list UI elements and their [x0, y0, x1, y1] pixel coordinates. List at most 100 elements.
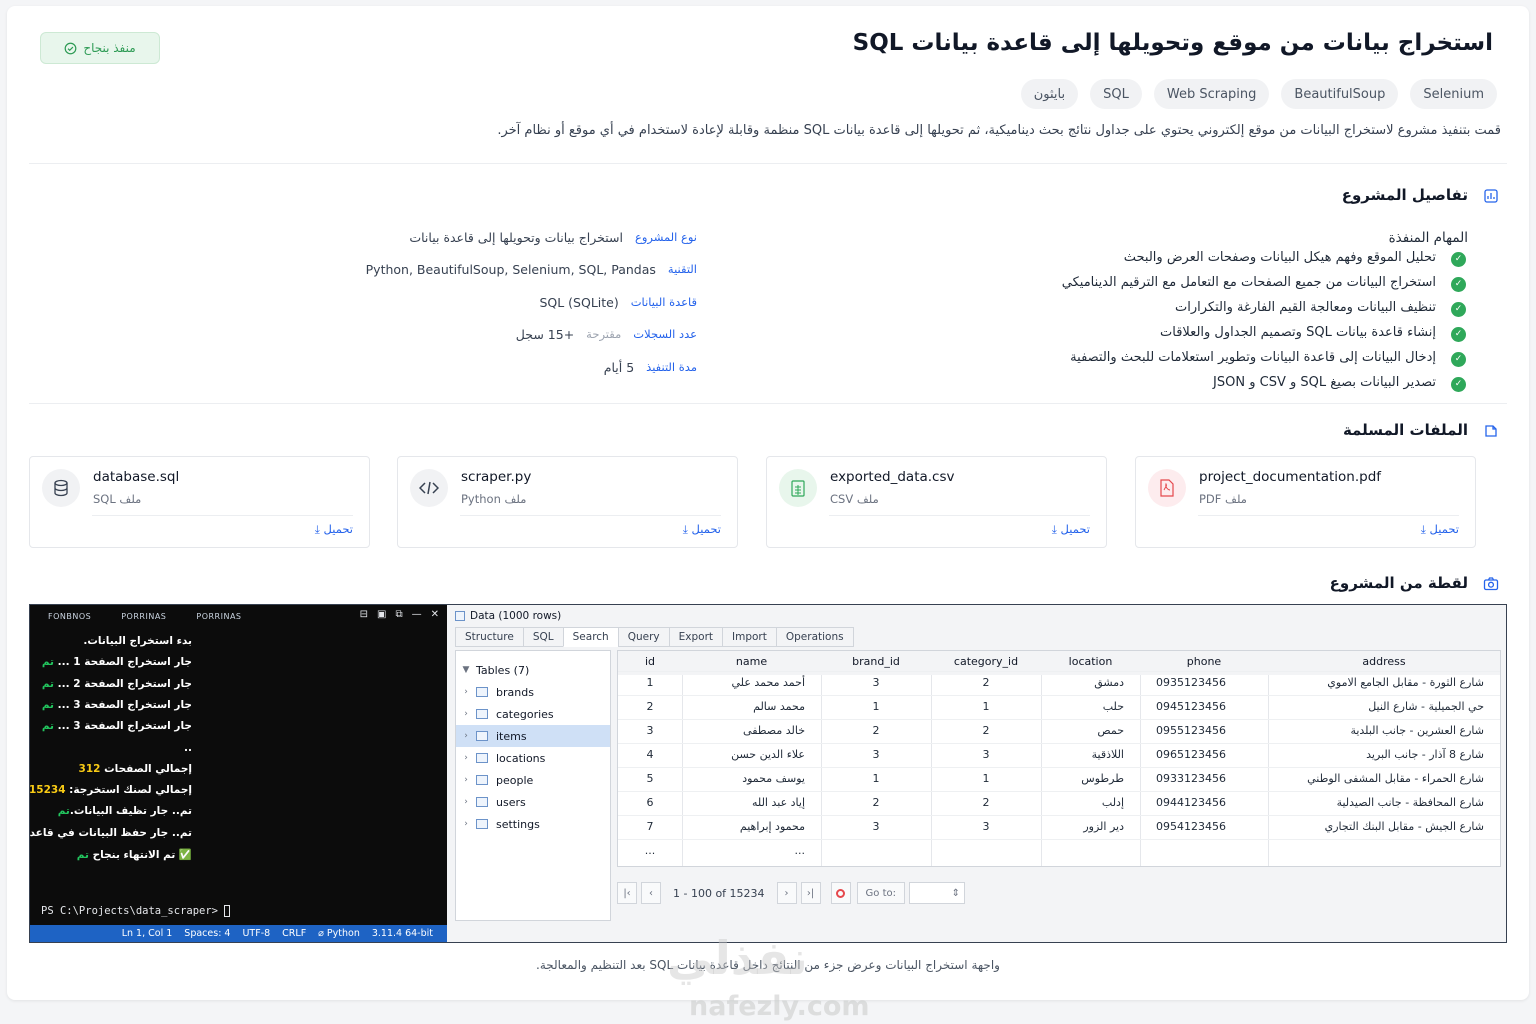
tag[interactable]: SQL — [1090, 79, 1142, 109]
table-row[interactable]: ...... — [618, 839, 1500, 863]
terminal-tab[interactable]: PORRINAS — [196, 612, 241, 621]
table-tree: ▼ Tables (7) › brands › categories › items › lo… — [455, 650, 611, 921]
last-page-icon[interactable]: ›| — [800, 882, 821, 904]
terminal-line-result: تم — [57, 805, 70, 818]
table-row[interactable]: 7 محمود إبراهيم 3 3 دير الزور 0954123456 شارع … — [618, 815, 1500, 839]
next-page-icon[interactable]: › — [776, 882, 797, 904]
detail-record-count: عدد السجلات مقترحة +15 سجل — [207, 324, 697, 344]
terminal-prompt[interactable]: PS C:\Projects\data_scraper> — [41, 905, 231, 917]
goto-input[interactable]: ⇕ — [909, 882, 966, 904]
db-tab[interactable]: Query — [617, 627, 670, 647]
tasks-heading: المهام المنفذة — [1388, 230, 1468, 246]
stop-icon[interactable] — [830, 882, 851, 904]
table-row[interactable]: 4 علاء الدين حسن 3 3 اللاذقية 0965123456 شارع … — [618, 743, 1500, 767]
terminal-line-text: تم.. جار حفظ البيانات في قاعدة البيانات.… — [29, 826, 192, 839]
minimize-icon[interactable]: — — [412, 609, 422, 620]
table-cell: طرطوس — [1081, 772, 1124, 785]
file-card-python[interactable]: scraper.py ملف Python تحميل ⤓ — [397, 456, 738, 548]
db-tab[interactable]: Structure — [455, 627, 524, 647]
tree-item-table[interactable]: › users — [456, 791, 610, 813]
tree-item-table[interactable]: › locations — [456, 747, 610, 769]
db-tab[interactable]: Operations — [775, 627, 854, 647]
terminal-line: ✅ تم الانتهاء بنجاح تم — [40, 848, 192, 861]
tag[interactable]: بايثون — [1020, 79, 1079, 109]
terminal-tab[interactable]: FONBNOS — [48, 612, 91, 621]
download-link[interactable]: تحميل ⤓ — [1421, 522, 1459, 537]
split-icon[interactable]: ⊟ — [360, 609, 368, 620]
table-row[interactable]: 2 محمد سالم 1 1 حلب 0945123456 حي الجميلية - ش… — [618, 695, 1500, 719]
file-name: database.sql — [93, 469, 180, 485]
table-cell: 2 — [982, 724, 990, 737]
table-cell: يوسف محمود — [742, 772, 805, 785]
first-page-icon[interactable]: |‹ — [617, 882, 637, 904]
layout-icon[interactable]: ▣ — [377, 609, 386, 620]
download-link[interactable]: تحميل ⤓ — [683, 522, 721, 537]
db-title: Data (1000 rows) — [455, 610, 561, 622]
file-name: scraper.py — [461, 469, 532, 485]
table-icon — [476, 687, 488, 697]
table-row[interactable]: 3 خالد مصطفى 2 2 حمص 0955123456 شارع العشرين -… — [618, 719, 1500, 743]
check-icon: ✓ — [1451, 302, 1466, 317]
table-row[interactable]: 1 أحمد محمد علي 3 2 دمشق 0935123456 شارع الثور… — [618, 671, 1500, 695]
file-card-pdf[interactable]: project_documentation.pdf ملف PDF تحميل … — [1135, 456, 1476, 548]
table-cell: 3 — [872, 676, 880, 689]
db-tab[interactable]: SQL — [522, 627, 564, 647]
tree-item-label: users — [496, 795, 526, 809]
db-tab[interactable]: Search — [562, 627, 619, 647]
tree-item-table[interactable]: › settings — [456, 813, 610, 835]
task-item: إدخال البيانات إلى قاعدة البيانات وتطوير… — [1070, 350, 1436, 365]
tables-group[interactable]: ▼ Tables (7) — [456, 659, 610, 681]
file-card-csv[interactable]: exported_data.csv ملف CSV تحميل ⤓ — [766, 456, 1107, 548]
prev-page-icon[interactable]: ‹ — [641, 882, 661, 904]
file-card-sql[interactable]: database.sql ملف SQL تحميل ⤓ — [29, 456, 370, 548]
close-icon[interactable]: ✕ — [431, 609, 439, 620]
terminal-line-text: تم.. جار تظيف البيانات. — [69, 805, 192, 818]
status-position[interactable]: Ln 1, Col 1 — [122, 928, 173, 939]
db-tab[interactable]: Export — [668, 627, 724, 647]
terminal-tab[interactable]: PORRINAS — [121, 612, 166, 621]
table-cell: 3 — [872, 820, 880, 833]
status-eol[interactable]: CRLF — [282, 928, 306, 939]
terminal-line-text: جار استخراج الصفحة 3 ... — [54, 698, 192, 711]
table-cell: 5 — [646, 772, 654, 785]
prompt-text: PS C:\Projects\data_scraper> — [41, 905, 225, 917]
download-label: تحميل — [1429, 522, 1459, 536]
terminal-line-result: تم — [41, 656, 55, 669]
tree-item-table[interactable]: › categories — [456, 703, 610, 725]
table-cell: شارع الثورة - مقابل الجامع الاموي — [1327, 676, 1484, 689]
tree-item-table[interactable]: › items — [456, 725, 610, 747]
table-icon — [476, 775, 488, 785]
pdf-file-icon — [1148, 469, 1186, 507]
terminal-line: تم.. جار حفظ البيانات في قاعدة البيانات.… — [30, 827, 192, 839]
tag[interactable]: Selenium — [1410, 79, 1497, 109]
status-spaces[interactable]: Spaces: 4 — [184, 928, 230, 939]
maximize-icon[interactable]: ⧉ — [395, 609, 402, 620]
terminal-line-text: .. — [184, 741, 192, 754]
tag[interactable]: BeautifulSoup — [1281, 79, 1399, 109]
download-link[interactable]: تحميل ⤓ — [315, 522, 353, 537]
table-icon — [476, 819, 488, 829]
status-encoding[interactable]: UTF-8 — [242, 928, 270, 939]
terminal-line: جار استخراج الصفحة 2 ... تم — [40, 678, 192, 690]
tree-item-table[interactable]: › people — [456, 769, 610, 791]
file-type: ملف CSV — [830, 492, 879, 506]
watermark-logo: نفذلي — [667, 931, 808, 985]
table-row[interactable]: 6 إياد عبد الله 2 2 إدلب 0944123456 شارع المحا… — [618, 791, 1500, 815]
table-row[interactable]: 5 يوسف محمود 1 1 طرطوس 0933123456 شارع الحمراء… — [618, 767, 1500, 791]
table-cell: 2 — [982, 676, 990, 689]
tree-item-table[interactable]: › brands — [456, 681, 610, 703]
download-link[interactable]: تحميل ⤓ — [1052, 522, 1090, 537]
tag[interactable]: Web Scraping — [1153, 79, 1270, 109]
file-name: project_documentation.pdf — [1199, 469, 1382, 485]
table-cell — [1041, 840, 1140, 864]
detail-value: استخراج بيانات وتحويلها إلى قاعدة بيانات — [409, 229, 623, 245]
status-language[interactable]: ⌀ Python — [318, 928, 360, 939]
db-tab[interactable]: Import — [722, 627, 777, 647]
terminal-line: جار استخراج الصفحة 3 ... تم — [40, 720, 192, 732]
tree-item-label: people — [496, 773, 534, 787]
chevron-right-icon: › — [464, 753, 468, 763]
download-label: تحميل — [691, 522, 721, 536]
download-icon: ⤓ — [1420, 522, 1426, 536]
terminal-line: بدء استخراج البيانات. — [40, 635, 192, 647]
status-interpreter[interactable]: 3.11.4 64-bit — [372, 928, 433, 939]
